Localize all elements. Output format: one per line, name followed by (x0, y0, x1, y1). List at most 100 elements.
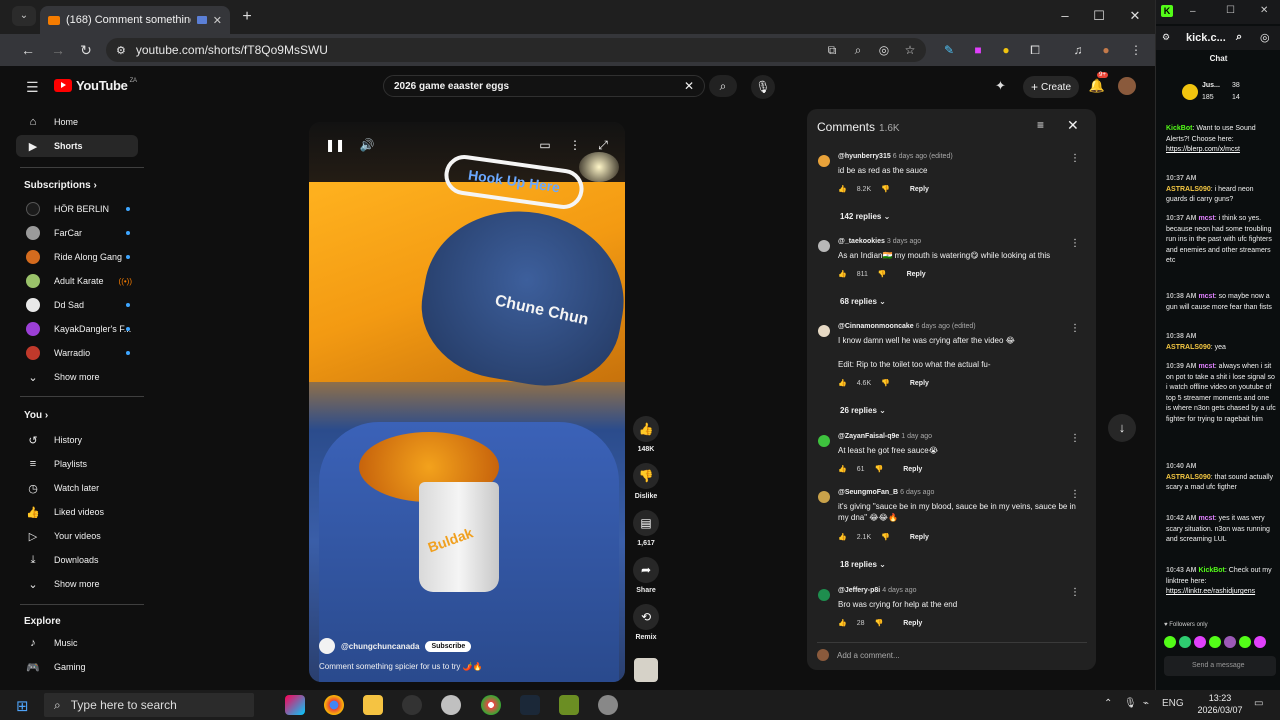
network-icon[interactable]: ⌁ (1143, 698, 1149, 709)
extension-translate-icon[interactable]: ✎ (941, 42, 957, 58)
commenter-avatar[interactable] (818, 435, 830, 447)
sort-icon[interactable]: ≡ (1037, 118, 1044, 132)
sidebar-item-watch-later[interactable]: ◷ Watch later (16, 477, 138, 499)
chat-link[interactable]: https://linktr.ee/rashidjurgens (1166, 588, 1255, 595)
minimize-button[interactable]: – (1050, 6, 1080, 26)
channel-avatar[interactable] (319, 638, 335, 654)
game-app-icon[interactable] (559, 695, 579, 715)
extensions-puzzle-icon[interactable]: ⧠ (1027, 42, 1043, 58)
tab-search-dropdown[interactable]: ⌄ (12, 6, 36, 26)
like-button[interactable]: 👍 148K (632, 416, 660, 453)
tray-overflow-icon[interactable]: ⌃ (1104, 698, 1112, 709)
address-bar[interactable]: ⚙ youtube.com/shorts/fT8Qo9MsSWU (106, 38, 926, 62)
youtube-logo[interactable]: YouTube ZA (54, 78, 137, 93)
dislike-button[interactable]: 👎 Dislike (632, 463, 660, 500)
copilot-app-icon[interactable] (285, 695, 305, 715)
replies-toggle[interactable]: 142 replies ⌄ (840, 212, 890, 221)
taskbar-search-input[interactable]: ⌕ Type here to search (44, 693, 254, 717)
tracking-protection-icon[interactable]: ◎ (1260, 31, 1270, 44)
voice-search-button[interactable]: 🎙 (751, 75, 775, 99)
reply-button[interactable]: Reply (903, 466, 922, 473)
dislike-comment-icon[interactable]: 👎 (881, 533, 890, 541)
bookmark-star-icon[interactable]: ☆ (902, 42, 918, 58)
comment-handle[interactable]: @SeungmoFan_B (838, 489, 898, 496)
sidebar-show-more[interactable]: ⌄ Show more (16, 366, 138, 388)
minimize-button[interactable]: – (1190, 6, 1196, 17)
captions-icon[interactable]: ▭ (537, 138, 553, 154)
media-controls-icon[interactable]: ♫ (1070, 42, 1086, 58)
taskbar-clock[interactable]: 13:23 2026/03/07 (1195, 692, 1245, 716)
create-button[interactable]: + Create (1023, 76, 1079, 98)
comment-menu-icon[interactable]: ⋮ (1070, 433, 1080, 444)
emote-icon[interactable] (1239, 636, 1251, 648)
clear-search-icon[interactable]: ✕ (684, 79, 694, 93)
comment-handle[interactable]: @ZayanFaisal-q9e (838, 433, 899, 440)
channel-handle[interactable]: @chungchuncanada (341, 642, 419, 651)
comment-handle[interactable]: @hyunberry315 (838, 153, 891, 160)
more-options-icon[interactable]: ⋮ (567, 138, 583, 154)
shorts-video-player[interactable]: Hook Up Here Chune Chun Buldak ❚❚ 🔊 ▭ ⋮ … (309, 122, 625, 682)
like-comment-icon[interactable]: 👍 (838, 185, 847, 193)
emote-icon[interactable] (1194, 636, 1206, 648)
browser-tab[interactable]: (168) Comment something ✕ (40, 6, 230, 34)
like-comment-icon[interactable]: 👍 (838, 270, 847, 278)
emote-icon[interactable] (1164, 636, 1176, 648)
browser-menu-icon[interactable]: ⋮ (1128, 42, 1144, 58)
sidebar-show-more-you[interactable]: ⌄ Show more (16, 573, 138, 595)
tab-close-icon[interactable]: ✕ (213, 14, 222, 27)
sound-thumbnail[interactable] (634, 658, 658, 682)
pinned-user[interactable]: Jus... 38 185 14 (1164, 80, 1276, 116)
dislike-comment-icon[interactable]: 👎 (881, 379, 890, 387)
reply-button[interactable]: Reply (907, 271, 926, 278)
file-explorer-icon[interactable] (363, 695, 383, 715)
share-button[interactable]: ➦ Share (632, 557, 660, 594)
microphone-icon[interactable]: 🎙 (1124, 698, 1137, 709)
maximize-button[interactable]: ☐ (1084, 6, 1114, 26)
sidebar-sub-item[interactable]: Adult Karate ((•)) (16, 270, 138, 292)
notifications-button[interactable]: 🔔 9+ (1087, 72, 1108, 96)
zoom-icon[interactable]: ⌕ (1236, 31, 1242, 44)
pause-icon[interactable]: ❚❚ (325, 138, 345, 154)
sidebar-sub-item[interactable]: Ride Along Gang (16, 246, 138, 268)
account-avatar[interactable] (1118, 77, 1136, 95)
hamburger-menu-icon[interactable]: ☰ (26, 79, 39, 96)
extension-record-icon[interactable]: ■ (970, 42, 986, 58)
emote-icon[interactable] (1209, 636, 1221, 648)
sidebar-sub-item[interactable]: Dd Sad (16, 294, 138, 316)
you-heading[interactable]: You › (24, 410, 48, 421)
dislike-comment-icon[interactable]: 👎 (875, 619, 884, 627)
reload-button[interactable]: ↻ (76, 40, 96, 60)
comment-menu-icon[interactable]: ⋮ (1070, 238, 1080, 249)
like-comment-icon[interactable]: 👍 (838, 619, 847, 627)
sidebar-sub-item[interactable]: Warradio (16, 342, 138, 364)
steam-app-icon[interactable] (520, 695, 540, 715)
reply-button[interactable]: Reply (903, 620, 922, 627)
replies-toggle[interactable]: 26 replies ⌄ (840, 406, 886, 415)
commenter-avatar[interactable] (818, 325, 830, 337)
emote-icon[interactable] (1254, 636, 1266, 648)
subscriptions-heading[interactable]: Subscriptions › (24, 180, 97, 191)
comment-handle[interactable]: @_taekookies (838, 238, 885, 245)
gemini-icon[interactable]: ✦ (995, 78, 1006, 94)
reply-button[interactable]: Reply (910, 380, 929, 387)
comment-menu-icon[interactable]: ⋮ (1070, 323, 1080, 334)
search-button[interactable]: ⌕ (709, 75, 737, 97)
like-comment-icon[interactable]: 👍 (838, 533, 847, 541)
comment-handle[interactable]: @Cinnamonmooncake (838, 323, 914, 330)
fullscreen-icon[interactable]: ⤢ (595, 138, 611, 154)
add-comment-field[interactable]: Add a comment... (817, 642, 1087, 661)
send-message-input[interactable]: Send a message (1164, 656, 1276, 676)
sidebar-item-history[interactable]: ↺ History (16, 429, 138, 451)
replies-toggle[interactable]: 18 replies ⌄ (840, 560, 886, 569)
reply-button[interactable]: Reply (910, 534, 929, 541)
reply-button[interactable]: Reply (910, 186, 929, 193)
comment-menu-icon[interactable]: ⋮ (1070, 587, 1080, 598)
sidebar-item-your-videos[interactable]: ▷ Your videos (16, 525, 138, 547)
profile-icon[interactable]: ● (1098, 42, 1114, 58)
back-button[interactable]: ← (18, 40, 38, 60)
remix-button[interactable]: ⟲ Remix (632, 604, 660, 641)
dislike-comment-icon[interactable]: 👎 (875, 465, 884, 473)
dislike-comment-icon[interactable]: 👎 (881, 185, 890, 193)
like-comment-icon[interactable]: 👍 (838, 379, 847, 387)
obs-app-icon[interactable] (402, 695, 422, 715)
